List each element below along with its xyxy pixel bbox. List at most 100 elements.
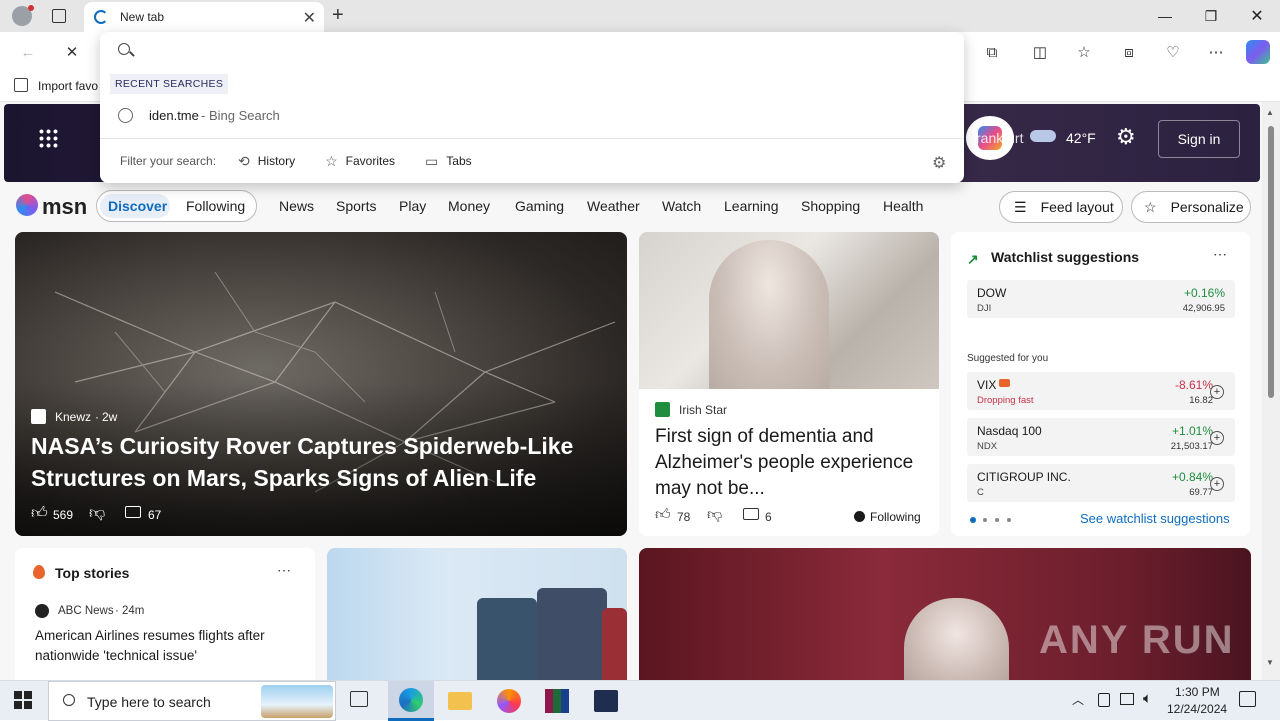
carousel-dot[interactable] xyxy=(995,518,999,522)
msn-logo[interactable]: msn xyxy=(42,194,87,220)
address-bar[interactable] xyxy=(100,32,964,70)
nav-health[interactable]: Health xyxy=(883,198,923,214)
dislike-icon[interactable]: 👎︎ xyxy=(89,504,105,523)
luggage-article-card[interactable] xyxy=(327,548,627,680)
nav-gaming[interactable]: Gaming xyxy=(515,198,564,214)
watchlist-item-citigroup[interactable]: CITIGROUP INC. C +0.84% 69.77 xyxy=(967,464,1235,502)
comment-icon[interactable] xyxy=(743,508,759,520)
firefox-icon[interactable] xyxy=(497,689,521,713)
like-icon[interactable]: 👍︎ xyxy=(655,506,671,524)
page-settings-icon[interactable]: ⚙ xyxy=(1116,124,1136,150)
nav-learning[interactable]: Learning xyxy=(724,198,779,214)
filter-row: Filter your search: ⟲ History ☆ Favorites … xyxy=(100,138,964,183)
split-screen-icon[interactable]: ◫ xyxy=(1028,40,1052,64)
add-to-watchlist-icon[interactable]: + xyxy=(1210,431,1224,445)
recent-search-source: - Bing Search xyxy=(201,108,280,123)
extensions-icon[interactable]: ⧉ xyxy=(980,40,1004,64)
filter-history-button[interactable]: ⟲ History xyxy=(238,153,295,170)
scroll-down-icon[interactable]: ▼ xyxy=(1266,658,1274,667)
volume-icon[interactable]: 🔈︎ xyxy=(1143,690,1152,707)
address-suggestions-dropdown: RECENT SEARCHES iden.tme - Bing Search F… xyxy=(100,32,964,183)
close-tab-icon[interactable]: ✕ xyxy=(303,8,316,28)
stop-loading-icon[interactable]: ✕ xyxy=(60,40,84,64)
page-scrollbar[interactable]: ▲ ▼ xyxy=(1262,102,1280,680)
top-stories-title: Top stories xyxy=(55,565,130,581)
nav-news[interactable]: News xyxy=(279,198,314,214)
tab-new-tab[interactable]: New tab ✕ xyxy=(84,2,324,32)
feed-layout-button[interactable]: ☰ Feed layout xyxy=(999,191,1123,223)
weather-location[interactable]: rankfurt xyxy=(976,130,1023,146)
filter-tabs-button[interactable]: ▭ Tabs xyxy=(425,153,472,170)
sliders-icon: ☰ xyxy=(1014,198,1027,215)
minimize-button[interactable]: — xyxy=(1142,0,1188,32)
browser-essentials-icon[interactable]: ♡ xyxy=(1161,40,1185,64)
story-headline[interactable]: American Airlines resumes flights after … xyxy=(35,626,297,666)
scroll-up-icon[interactable]: ▲ xyxy=(1266,108,1274,117)
chevron-up-icon[interactable]: ︿ xyxy=(1072,691,1084,708)
personalize-button[interactable]: ☆ Personalize xyxy=(1131,191,1251,223)
notification-icon[interactable] xyxy=(1239,691,1256,707)
carousel-dot[interactable] xyxy=(1007,518,1011,522)
suitcase-image xyxy=(602,608,627,680)
comment-icon[interactable] xyxy=(125,506,141,518)
see-watchlist-link[interactable]: See watchlist suggestions xyxy=(1080,511,1230,526)
add-to-watchlist-icon[interactable]: + xyxy=(1210,385,1224,399)
article-card-dementia[interactable]: Irish Star First sign of dementia and Al… xyxy=(639,232,939,536)
like-icon[interactable]: 👍︎ xyxy=(31,504,48,523)
nav-play[interactable]: Play xyxy=(399,198,426,214)
history-icon xyxy=(118,108,133,123)
scroll-thumb[interactable] xyxy=(1268,126,1274,398)
carousel-dot-active[interactable] xyxy=(970,517,976,523)
nav-watch[interactable]: Watch xyxy=(662,198,701,214)
apps-grid-icon[interactable] xyxy=(38,128,58,148)
restore-button[interactable]: ❐ xyxy=(1188,0,1234,32)
watchlist-more-icon[interactable]: ⋯ xyxy=(1213,246,1227,263)
edge-taskbar-icon[interactable] xyxy=(388,681,434,721)
nav-sports[interactable]: Sports xyxy=(336,198,376,214)
powershell-icon[interactable] xyxy=(594,690,618,712)
task-view-icon[interactable] xyxy=(350,691,368,707)
watchlist-item-change: -8.61% xyxy=(1174,378,1213,392)
clock-time[interactable]: 1:30 PM xyxy=(1175,685,1220,699)
hero-source: Knewz xyxy=(55,410,92,424)
featured-article-card[interactable]: ANY RUN xyxy=(639,548,1251,680)
settings-icon[interactable]: ⚙ xyxy=(932,153,946,173)
carousel-dot[interactable] xyxy=(983,518,987,522)
ethernet-icon[interactable] xyxy=(1120,693,1134,705)
hero-article[interactable]: Knewz · 2w NASA’s Curiosity Rover Captur… xyxy=(15,232,627,536)
clock-date[interactable]: 12/24/2024 xyxy=(1167,702,1227,716)
hero-comments: 67 xyxy=(148,508,162,522)
back-icon[interactable]: ← xyxy=(16,40,40,64)
network-icon[interactable] xyxy=(1098,693,1110,707)
winrar-icon[interactable] xyxy=(545,689,569,713)
top-stories-more-icon[interactable]: ⋯ xyxy=(277,562,291,579)
add-to-watchlist-icon[interactable]: + xyxy=(1210,477,1224,491)
import-favorites-link[interactable]: Import favo xyxy=(38,79,98,93)
more-menu-icon[interactable]: ⋯ xyxy=(1204,40,1228,64)
nav-money[interactable]: Money xyxy=(448,198,490,214)
stocks-icon: ↗ xyxy=(967,251,979,267)
nav-weather[interactable]: Weather xyxy=(587,198,640,214)
following-label[interactable]: Following xyxy=(870,510,921,524)
collections-icon[interactable]: ⧈ xyxy=(1117,40,1141,64)
history-icon: ⟲ xyxy=(238,152,250,169)
tabs-icon: ▭ xyxy=(425,152,439,169)
copilot-icon[interactable] xyxy=(1246,40,1270,64)
sign-in-button[interactable]: Sign in xyxy=(1158,120,1240,158)
taskbar-search-box[interactable]: Type here to search xyxy=(48,681,336,721)
nav-shopping[interactable]: Shopping xyxy=(801,198,860,214)
hero-title[interactable]: NASA’s Curiosity Rover Captures Spiderwe… xyxy=(31,430,611,494)
close-window-button[interactable]: ✕ xyxy=(1234,0,1280,32)
tab-actions-icon[interactable] xyxy=(52,9,66,23)
file-explorer-icon[interactable] xyxy=(448,692,472,710)
watchlist-item-dow[interactable]: DOW DJI +0.16% 42,906.95 xyxy=(967,280,1235,318)
filter-favorites-button[interactable]: ☆ Favorites xyxy=(325,153,395,170)
watchlist-item-vix[interactable]: VIX Dropping fast -8.61% 16.82 xyxy=(967,372,1235,410)
tab-following[interactable]: Following xyxy=(186,198,245,214)
new-tab-button[interactable]: + xyxy=(332,4,344,27)
recent-search-item[interactable]: iden.tme - Bing Search xyxy=(100,102,964,130)
watchlist-item-nasdaq[interactable]: Nasdaq 100 NDX +1.01% 21,503.17 xyxy=(967,418,1235,456)
start-button[interactable] xyxy=(14,691,32,709)
dislike-icon[interactable]: 👎︎ xyxy=(707,506,722,524)
favorites-icon[interactable]: ☆ xyxy=(1072,40,1096,64)
